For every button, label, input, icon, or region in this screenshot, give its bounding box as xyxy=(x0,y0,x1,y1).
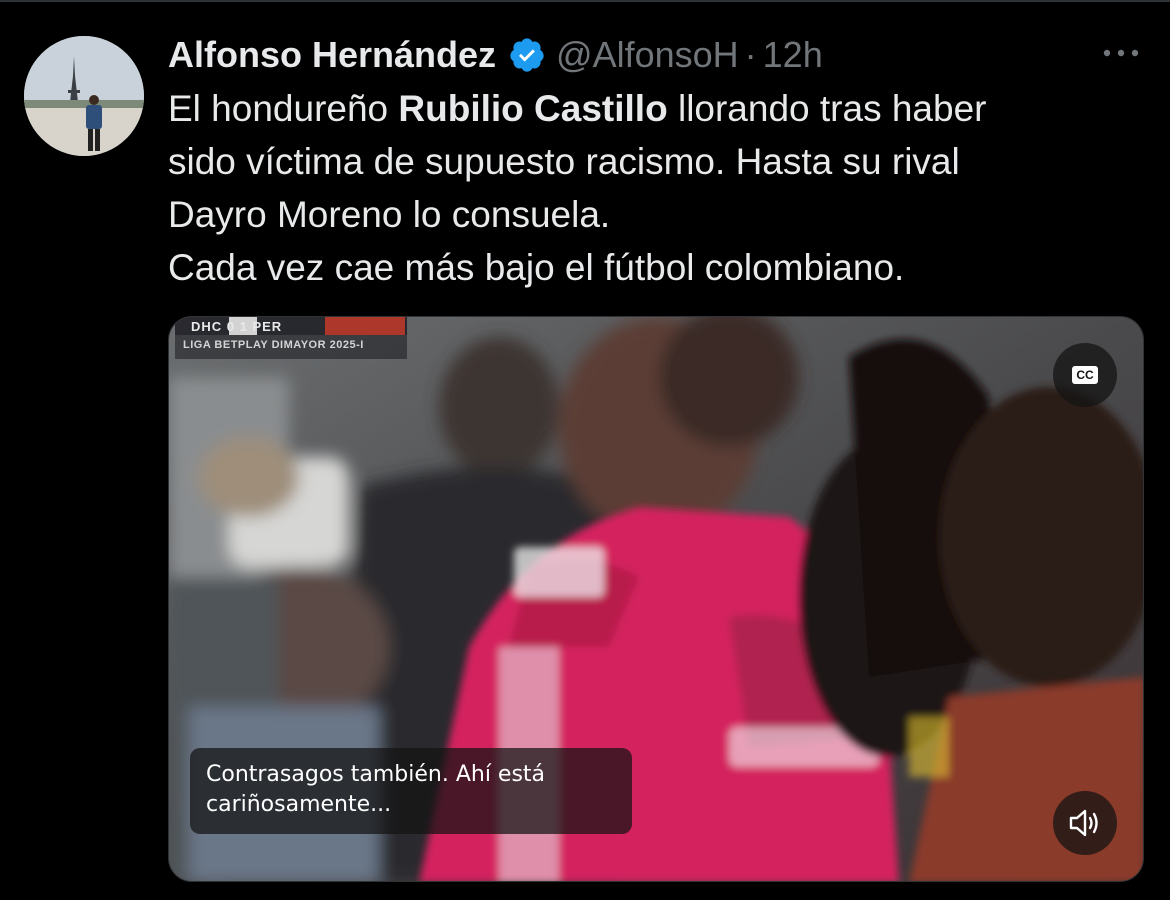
volume-icon xyxy=(1069,809,1098,837)
header-separator: · xyxy=(744,34,757,75)
mentioned-player-name: Rubilio Castillo xyxy=(398,88,668,129)
scorebug: DHC 0 1 PER LIGA BETPLAY DIMAYOR 2025-I xyxy=(175,317,407,373)
more-options-button[interactable] xyxy=(1096,36,1146,70)
author-avatar[interactable] xyxy=(24,36,144,156)
closed-captions-button[interactable]: CC xyxy=(1053,343,1117,407)
caption-line: Contrasagos también. Ahí está xyxy=(206,762,546,787)
closed-captions-icon: CC xyxy=(1072,366,1098,384)
caption-line: cariñosamente... xyxy=(206,792,392,817)
tweet-text-line: El hondureño Rubilio Castillo llorando t… xyxy=(168,88,987,129)
tweet-timestamp[interactable]: 12h xyxy=(763,34,823,76)
author-handle[interactable]: @AlfonsoH xyxy=(556,34,739,76)
author-name[interactable]: Alfonso Hernández xyxy=(168,34,496,76)
top-divider xyxy=(0,0,1170,2)
tweet-text: El hondureño Rubilio Castillo llorando t… xyxy=(168,82,1128,294)
tweet-text-line: Cada vez cae más bajo el fútbol colombia… xyxy=(168,247,905,288)
more-horizontal-icon xyxy=(1103,49,1139,57)
tweet-header: Alfonso Hernández @AlfonsoH · 12h xyxy=(168,30,823,80)
scorebug-teams: DHC 0 1 PER xyxy=(191,319,283,334)
scorebug-league: LIGA BETPLAY DIMAYOR 2025-I xyxy=(183,339,364,351)
tweet-text-line: Dayro Moreno lo consuela. xyxy=(168,194,611,235)
volume-button[interactable] xyxy=(1053,791,1117,855)
video-caption: Contrasagos también. Ahí está cariñosame… xyxy=(190,748,632,834)
verified-badge-icon xyxy=(508,36,546,74)
video-player[interactable]: DHC 0 1 PER LIGA BETPLAY DIMAYOR 2025-I … xyxy=(168,316,1144,882)
tweet-text-line: sido víctima de supuesto racismo. Hasta … xyxy=(168,141,960,182)
